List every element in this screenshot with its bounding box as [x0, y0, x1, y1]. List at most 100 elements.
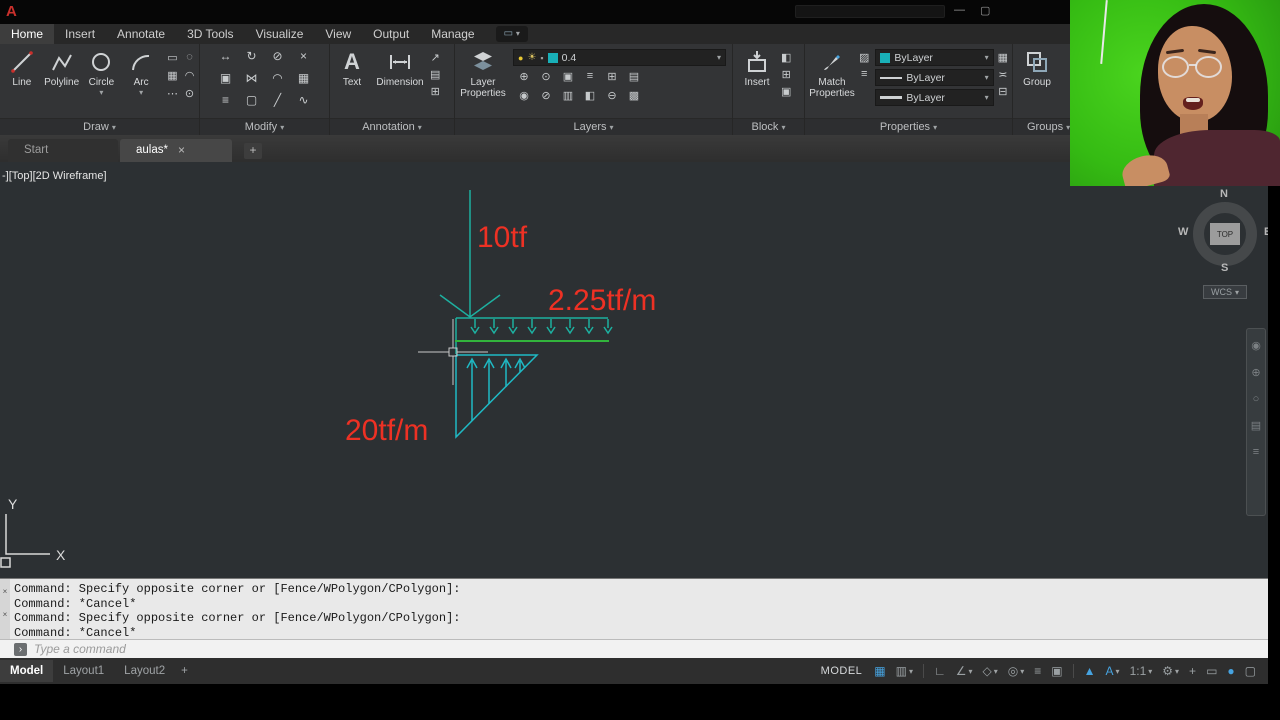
layer-tool-icon[interactable]: ▥: [557, 89, 579, 108]
group-button[interactable]: Group: [1015, 47, 1059, 118]
panel-label-properties[interactable]: Properties ▾: [805, 118, 1012, 135]
triangular-load[interactable]: [455, 354, 539, 439]
ortho-icon[interactable]: ∟: [934, 664, 946, 678]
autoscale-icon[interactable]: A ▾: [1106, 664, 1120, 678]
array-tool-icon[interactable]: ▦: [291, 71, 317, 93]
spline-tool-icon[interactable]: ◠: [182, 69, 197, 85]
model-space-badge[interactable]: MODEL: [821, 665, 863, 677]
layer-select-dropdown[interactable]: ● ☀ ▪ 0.4 ▾: [513, 49, 726, 66]
object-color-dropdown[interactable]: ByLayer ▾: [875, 49, 994, 66]
tab-layout2[interactable]: Layout2: [114, 660, 175, 682]
isolate-objects-icon[interactable]: ▭: [1206, 664, 1217, 678]
tab-model[interactable]: Model: [0, 660, 54, 682]
line-button[interactable]: Line: [2, 47, 42, 118]
annotation-visibility-icon[interactable]: ▲: [1084, 664, 1096, 678]
share-button[interactable]: ▭ ▾: [495, 26, 528, 42]
create-block-tool-icon[interactable]: ◧: [781, 51, 791, 64]
layer-tool-icon[interactable]: ≡: [579, 70, 601, 89]
quick-select-tool-icon[interactable]: ⊟: [998, 85, 1008, 98]
list-tool-icon[interactable]: ≡: [859, 68, 869, 80]
erase-tool-icon[interactable]: ×: [291, 49, 317, 71]
more-tools-icon[interactable]: ⋯: [165, 87, 180, 103]
full-navigation-wheel-icon[interactable]: ◉: [1251, 339, 1261, 352]
mirror-tool-icon[interactable]: ⋈: [239, 71, 265, 93]
panel-label-draw[interactable]: Draw ▾: [0, 118, 199, 135]
trim-tool-icon[interactable]: ⊘: [265, 49, 291, 71]
grid-icon[interactable]: ▦: [874, 664, 885, 678]
tab-visualize[interactable]: Visualize: [245, 24, 315, 44]
panel-label-annotation[interactable]: Annotation ▾: [330, 118, 454, 135]
rectangle-tool-icon[interactable]: ▭: [165, 51, 180, 67]
file-tab-aulas[interactable]: aulas* ×: [120, 139, 232, 162]
tab-3d-tools[interactable]: 3D Tools: [176, 24, 244, 44]
dimension-button[interactable]: Dimension: [372, 47, 428, 118]
snap-icon[interactable]: ▥ ▾: [896, 664, 913, 678]
navigation-bar[interactable]: ◉ ⊕ ○ ▤ ≡: [1246, 328, 1266, 516]
offset-tool-icon[interactable]: ╱: [265, 93, 291, 115]
layer-tool-icon[interactable]: ▤: [623, 70, 645, 89]
tab-layout1[interactable]: Layout1: [53, 660, 114, 682]
showmotion-icon[interactable]: ≡: [1253, 446, 1259, 458]
ellipse-tool-icon[interactable]: ◌: [182, 51, 197, 67]
layer-tool-icon[interactable]: ⊖: [601, 89, 623, 108]
layer-tool-icon[interactable]: ⊙: [535, 70, 557, 89]
pan-icon[interactable]: ⊕: [1251, 366, 1260, 379]
edit-block-tool-icon[interactable]: ⊞: [781, 68, 791, 81]
copy-tool-icon[interactable]: ▣: [213, 71, 239, 93]
workspace-gear-icon[interactable]: ⚙ ▾: [1162, 664, 1179, 678]
circle-button[interactable]: Circle ▾: [82, 47, 122, 118]
plot-style-tool-icon[interactable]: ▦: [998, 51, 1008, 64]
lineweight-dropdown[interactable]: ByLayer ▾: [875, 89, 994, 106]
hatch-tool-icon[interactable]: ▦: [165, 69, 180, 85]
panel-label-layers[interactable]: Layers ▾: [455, 118, 732, 135]
tab-annotate[interactable]: Annotate: [106, 24, 176, 44]
layer-tool-icon[interactable]: ◧: [579, 89, 601, 108]
minimize-button[interactable]: —: [954, 4, 965, 16]
panel-label-block[interactable]: Block ▾: [733, 118, 804, 135]
close-icon[interactable]: ×: [178, 139, 185, 162]
udl-arrows[interactable]: [455, 317, 613, 354]
rotate-tool-icon[interactable]: ↻: [239, 49, 265, 71]
layer-properties-button[interactable]: Layer Properties: [457, 47, 509, 118]
app-logo-icon[interactable]: A: [6, 3, 17, 20]
insert-button[interactable]: Insert: [735, 47, 779, 118]
tab-manage[interactable]: Manage: [420, 24, 485, 44]
viewcube-north[interactable]: N: [1220, 188, 1228, 200]
orbit-icon[interactable]: ▤: [1251, 419, 1261, 432]
add-layout-button[interactable]: +: [175, 665, 194, 677]
fillet-tool-icon[interactable]: ◠: [265, 71, 291, 93]
viewcube-south[interactable]: S: [1221, 262, 1228, 274]
properties-palette-tool-icon[interactable]: ≍: [998, 68, 1008, 81]
wcs-dropdown[interactable]: WCS ▾: [1203, 285, 1247, 299]
leader-tool-icon[interactable]: ↗: [430, 51, 440, 64]
maximize-button[interactable]: ▢: [980, 4, 990, 17]
annotation-monitor-icon[interactable]: +: [1189, 664, 1196, 678]
point-tool-icon[interactable]: ⊙: [182, 87, 197, 103]
text-button[interactable]: A Text: [332, 47, 372, 118]
new-drawing-button[interactable]: +: [244, 143, 262, 159]
file-tab-start[interactable]: Start: [8, 139, 118, 162]
markup-tool-icon[interactable]: ⊞: [430, 85, 440, 98]
layer-tool-icon[interactable]: ⊞: [601, 70, 623, 89]
viewcube-top-face[interactable]: TOP: [1210, 223, 1240, 245]
transparency-tool-icon[interactable]: ▨: [859, 51, 869, 64]
viewcube-east[interactable]: E: [1264, 226, 1268, 238]
move-tool-icon[interactable]: ↔: [213, 49, 239, 71]
annotation-scale-control[interactable]: 1:1 ▾: [1130, 664, 1153, 678]
layer-tool-icon[interactable]: ⊘: [535, 89, 557, 108]
model-space-canvas[interactable]: -][Top][2D Wireframe] Y X 10tf 2.25tf/m …: [0, 162, 1268, 578]
viewcube[interactable]: N W E S TOP WCS ▾: [1178, 188, 1268, 300]
viewcube-west[interactable]: W: [1178, 226, 1188, 238]
layer-tool-icon[interactable]: ▩: [623, 89, 645, 108]
table-tool-icon[interactable]: ▤: [430, 68, 440, 81]
graphics-performance-icon[interactable]: ●: [1227, 664, 1234, 678]
tab-output[interactable]: Output: [362, 24, 420, 44]
lineweight-display-icon[interactable]: ≡: [1034, 664, 1041, 678]
isodraft-icon[interactable]: ◇ ▾: [983, 664, 998, 678]
selection-cycling-icon[interactable]: ▣: [1051, 664, 1062, 678]
zoom-icon[interactable]: ○: [1253, 393, 1260, 405]
polyline-button[interactable]: Polyline: [42, 47, 82, 118]
command-window[interactable]: × × Command: Specify opposite corner or …: [0, 578, 1268, 658]
panel-label-modify[interactable]: Modify ▾: [200, 118, 329, 135]
arc-button[interactable]: Arc ▾: [121, 47, 161, 118]
